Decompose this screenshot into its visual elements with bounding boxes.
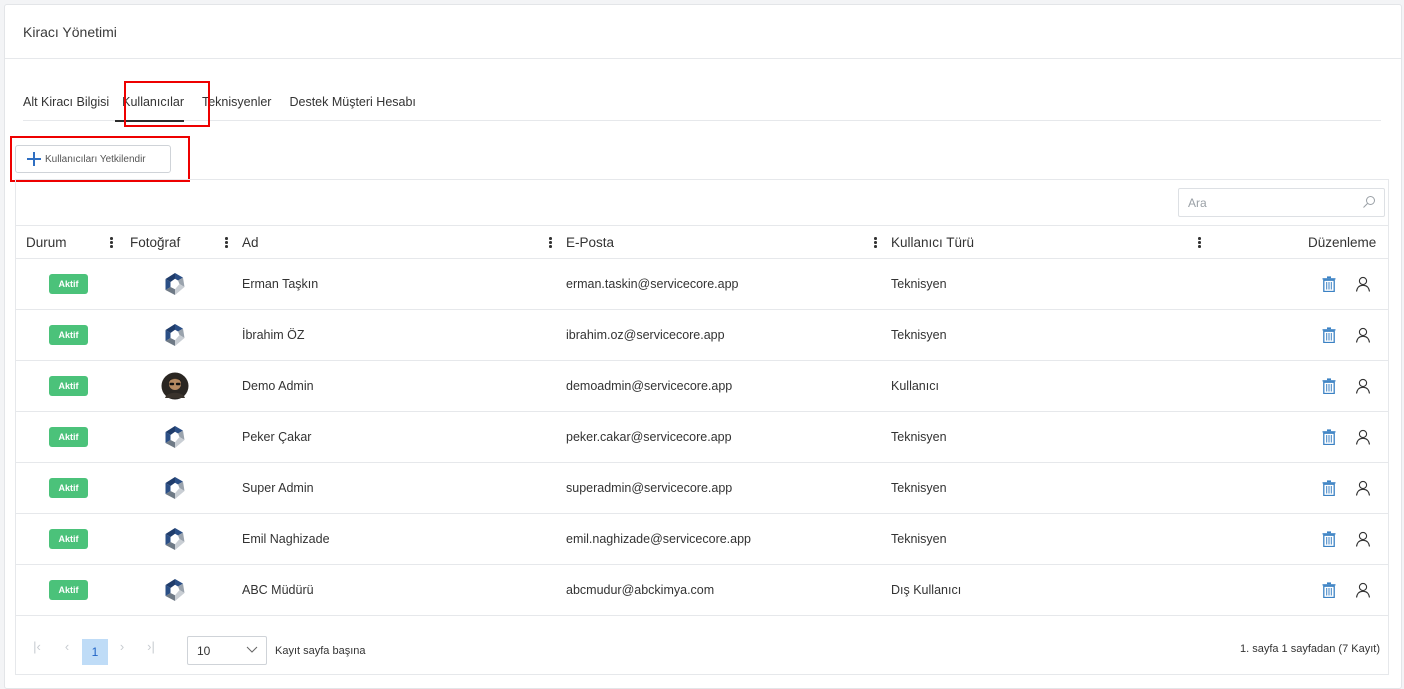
search-input[interactable] xyxy=(1188,195,1358,210)
user-name: İbrahim ÖZ xyxy=(242,328,305,342)
user-name: Demo Admin xyxy=(242,379,314,393)
user-icon[interactable] xyxy=(1355,582,1371,598)
trash-icon[interactable] xyxy=(1322,531,1336,547)
status-badge: Aktif xyxy=(49,274,88,294)
authorize-users-button[interactable]: Kullanıcıları Yetkilendir xyxy=(15,145,171,173)
user-icon[interactable] xyxy=(1355,531,1371,547)
table-header: Durum Fotoğraf Ad E-Posta Kullanıcı Türü… xyxy=(16,226,1388,259)
user-type: Teknisyen xyxy=(891,430,947,444)
col-name-menu-icon[interactable] xyxy=(549,237,552,248)
trash-icon[interactable] xyxy=(1322,480,1336,496)
trash-icon[interactable] xyxy=(1322,327,1336,343)
col-photo-menu-icon[interactable] xyxy=(225,237,228,248)
table-row[interactable]: Aktif Super Admin superadmin@servicecore… xyxy=(16,463,1388,514)
prev-page-icon[interactable]: ‹ xyxy=(60,640,74,654)
page-size-select[interactable]: 10 xyxy=(187,636,267,665)
table-row[interactable]: Aktif Emil Naghizade emil.naghizade@serv… xyxy=(16,514,1388,565)
card-header: Kiracı Yönetimi xyxy=(5,5,1401,59)
status-badge: Aktif xyxy=(49,478,88,498)
table-body: Aktif Erman Taşkın erman.taskin@servicec… xyxy=(16,259,1388,616)
user-type: Teknisyen xyxy=(891,481,947,495)
tab-sub-tenant-info[interactable]: Alt Kiracı Bilgisi xyxy=(23,83,109,121)
user-icon[interactable] xyxy=(1355,327,1371,343)
avatar xyxy=(161,372,189,400)
col-status-menu-icon[interactable] xyxy=(110,237,113,248)
user-type: Dış Kullanıcı xyxy=(891,583,962,597)
user-email: emil.naghizade@servicecore.app xyxy=(566,532,752,546)
user-email: peker.cakar@servicecore.app xyxy=(566,430,732,444)
avatar xyxy=(164,475,186,501)
user-email: demoadmin@servicecore.app xyxy=(566,379,733,393)
tab-users[interactable]: Kullanıcılar xyxy=(115,83,184,122)
table-row[interactable]: Aktif İbrahim ÖZ ibrahim.oz@servicecore.… xyxy=(16,310,1388,361)
user-icon[interactable] xyxy=(1355,276,1371,292)
status-badge: Aktif xyxy=(49,529,88,549)
next-page-icon[interactable]: › xyxy=(115,640,129,654)
trash-icon[interactable] xyxy=(1322,276,1336,292)
status-badge: Aktif xyxy=(49,376,88,396)
user-name: Emil Naghizade xyxy=(242,532,330,546)
status-badge: Aktif xyxy=(49,580,88,600)
user-icon[interactable] xyxy=(1355,378,1371,394)
tenant-management-card: Kiracı Yönetimi Alt Kiracı Bilgisi Kulla… xyxy=(4,4,1402,689)
page-button-current[interactable]: 1 xyxy=(82,639,108,665)
avatar xyxy=(164,526,186,552)
user-icon[interactable] xyxy=(1355,480,1371,496)
col-type-menu-icon[interactable] xyxy=(1198,237,1201,248)
col-type-header[interactable]: Kullanıcı Türü xyxy=(891,226,974,259)
user-type: Teknisyen xyxy=(891,532,947,546)
avatar xyxy=(164,322,186,348)
col-name-header[interactable]: Ad xyxy=(242,226,259,259)
users-grid: Durum Fotoğraf Ad E-Posta Kullanıcı Türü… xyxy=(15,179,1389,675)
chevron-down-icon xyxy=(246,646,258,653)
tab-support-customer-account[interactable]: Destek Müşteri Hesabı xyxy=(289,83,415,121)
plus-icon xyxy=(27,152,41,166)
trash-icon[interactable] xyxy=(1322,378,1336,394)
status-badge: Aktif xyxy=(49,427,88,447)
user-email: ibrahim.oz@servicecore.app xyxy=(566,328,725,342)
user-name: ABC Müdürü xyxy=(242,583,314,597)
table-row[interactable]: Aktif ABC Müdürü abcmudur@abckimya.com D… xyxy=(16,565,1388,616)
tab-bar: Alt Kiracı Bilgisi Kullanıcılar Teknisye… xyxy=(23,83,1381,122)
page-size-label: Kayıt sayfa başına xyxy=(275,645,366,657)
pager-info: 1. sayfa 1 sayfadan (7 Kayıt) xyxy=(1239,643,1380,655)
tab-technicians[interactable]: Teknisyenler xyxy=(202,83,271,121)
user-email: superadmin@servicecore.app xyxy=(566,481,733,495)
col-email-header[interactable]: E-Posta xyxy=(566,226,614,259)
user-name: Peker Çakar xyxy=(242,430,312,444)
search-icon[interactable] xyxy=(1362,195,1376,209)
user-email: abcmudur@abckimya.com xyxy=(566,583,715,597)
avatar xyxy=(164,271,186,297)
user-name: Erman Taşkın xyxy=(242,277,319,291)
authorize-users-label: Kullanıcıları Yetkilendir xyxy=(45,153,146,165)
user-icon[interactable] xyxy=(1355,429,1371,445)
user-type: Teknisyen xyxy=(891,328,947,342)
pager: |‹ ‹ 1 › ›| 10 Kayıt sayfa başına 1. say… xyxy=(16,621,1388,674)
page-title: Kiracı Yönetimi xyxy=(23,23,117,40)
trash-icon[interactable] xyxy=(1322,582,1336,598)
status-badge: Aktif xyxy=(49,325,88,345)
table-row[interactable]: Aktif Demo Admin demoadmin@servicecore.a… xyxy=(16,361,1388,412)
user-email: erman.taskin@servicecore.app xyxy=(566,277,739,291)
user-name: Super Admin xyxy=(242,481,314,495)
table-row[interactable]: Aktif Erman Taşkın erman.taskin@servicec… xyxy=(16,259,1388,310)
table-row[interactable]: Aktif Peker Çakar peker.cakar@servicecor… xyxy=(16,412,1388,463)
search-box xyxy=(1178,188,1385,217)
page-size-value: 10 xyxy=(197,643,211,658)
trash-icon[interactable] xyxy=(1322,429,1336,445)
col-status-header[interactable]: Durum xyxy=(26,226,67,259)
col-email-menu-icon[interactable] xyxy=(874,237,877,248)
col-photo-header[interactable]: Fotoğraf xyxy=(130,226,180,259)
last-page-icon[interactable]: ›| xyxy=(144,640,158,654)
user-type: Teknisyen xyxy=(891,277,947,291)
grid-toolbar xyxy=(16,180,1388,226)
avatar xyxy=(164,577,186,603)
user-type: Kullanıcı xyxy=(891,379,939,393)
avatar xyxy=(164,424,186,450)
col-edit-header: Düzenleme xyxy=(1308,235,1377,250)
first-page-icon[interactable]: |‹ xyxy=(30,640,44,654)
